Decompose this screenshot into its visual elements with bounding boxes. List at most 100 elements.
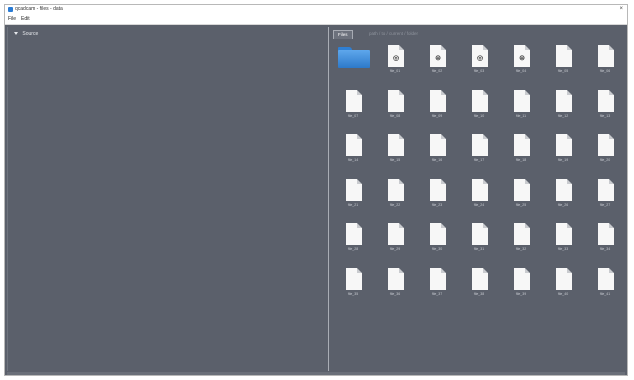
file-item[interactable]: file_34 [585, 221, 625, 261]
file-icon [514, 223, 530, 245]
file-icon [514, 178, 530, 201]
file-item[interactable]: file_27 [585, 177, 625, 217]
file-label: file_06 [599, 69, 611, 73]
file-item[interactable]: file_17 [459, 132, 499, 172]
folder-item[interactable] [333, 43, 373, 83]
file-icon [514, 267, 530, 290]
file-label: file_37 [431, 291, 443, 296]
tree-root-item[interactable]: Source [14, 31, 38, 38]
file-label: file_38 [473, 291, 485, 296]
file-icon [346, 134, 362, 156]
file-icon [430, 89, 446, 112]
file-item[interactable]: file_37 [417, 266, 457, 306]
file-item[interactable]: file_07 [333, 88, 373, 128]
folder-tree-pane[interactable]: Source [7, 27, 329, 371]
file-label: file_41 [599, 291, 611, 296]
file-icon [472, 223, 488, 245]
expand-arrow-icon[interactable] [14, 32, 18, 36]
file-icon [346, 89, 362, 112]
file-icon [472, 178, 488, 201]
file-item[interactable]: file_18 [501, 132, 541, 172]
file-label: file_26 [557, 202, 569, 207]
file-item[interactable]: file_33 [543, 221, 583, 261]
file-icon [388, 89, 404, 112]
main-content: Source Files path / to / current / folde… [5, 25, 627, 375]
file-label: file_28 [347, 247, 359, 251]
file-item[interactable]: file_41 [585, 266, 625, 306]
file-label: file_31 [473, 247, 485, 251]
file-icon [556, 89, 572, 112]
file-item[interactable]: file_36 [375, 266, 415, 306]
file-icon [472, 89, 488, 112]
file-icon [514, 89, 530, 112]
file-item[interactable]: file_40 [543, 266, 583, 306]
file-item[interactable]: file_28 [333, 221, 373, 261]
file-icon [556, 223, 572, 245]
file-item[interactable]: file_24 [459, 177, 499, 217]
file-item[interactable]: file_31 [459, 221, 499, 261]
file-item[interactable]: file_11 [501, 88, 541, 128]
file-item[interactable]: file_05 [543, 43, 583, 83]
file-icon [346, 223, 362, 245]
file-label: file_25 [515, 202, 527, 207]
file-label: file_09 [431, 113, 443, 118]
file-item[interactable]: file_25 [501, 177, 541, 217]
file-item[interactable]: file_19 [543, 132, 583, 172]
file-item[interactable]: file_26 [543, 177, 583, 217]
file-item[interactable]: ⊜ file_02 [417, 43, 457, 83]
tab-files[interactable]: Files [333, 30, 353, 39]
file-item[interactable]: file_21 [333, 177, 373, 217]
title-bar: qcadcam - files - data × [5, 5, 627, 15]
app-window: qcadcam - files - data × File Edit Sourc… [4, 4, 628, 376]
file-icon [556, 45, 572, 67]
file-icon [598, 45, 614, 67]
file-icon [346, 178, 362, 201]
file-label: file_40 [557, 291, 569, 296]
file-label: file_18 [515, 158, 527, 162]
file-item[interactable]: ◎ file_03 [459, 43, 499, 83]
file-label: file_14 [347, 158, 359, 162]
file-label: file_21 [347, 202, 359, 207]
file-icon [430, 267, 446, 290]
file-label: file_10 [473, 113, 485, 118]
file-item[interactable]: file_20 [585, 132, 625, 172]
file-item[interactable]: file_15 [375, 132, 415, 172]
file-item[interactable]: file_39 [501, 266, 541, 306]
file-icon [598, 134, 614, 156]
status-bar [7, 372, 625, 375]
file-item[interactable]: file_38 [459, 266, 499, 306]
file-item[interactable]: ◎ file_01 [375, 43, 415, 83]
file-item[interactable]: file_13 [585, 88, 625, 128]
file-item[interactable]: file_35 [333, 266, 373, 306]
file-item[interactable]: file_29 [375, 221, 415, 261]
file-icon [430, 134, 446, 156]
file-item[interactable]: file_09 [417, 88, 457, 128]
file-item[interactable]: file_22 [375, 177, 415, 217]
file-item[interactable]: file_10 [459, 88, 499, 128]
file-item[interactable]: file_32 [501, 221, 541, 261]
folder-icon [338, 47, 370, 68]
path-breadcrumb[interactable]: path / to / current / folder [365, 30, 422, 38]
file-label: file_19 [557, 158, 569, 162]
file-label: file_20 [599, 158, 611, 162]
file-icon: ⊜ [514, 45, 530, 67]
file-item[interactable]: file_23 [417, 177, 457, 217]
window-title: qcadcam - files - data [15, 6, 63, 12]
close-button[interactable]: × [619, 6, 623, 13]
file-item[interactable]: file_14 [333, 132, 373, 172]
file-label: file_27 [599, 202, 611, 207]
file-label: file_32 [515, 247, 527, 251]
file-icon [388, 178, 404, 201]
file-item[interactable]: ⊜ file_04 [501, 43, 541, 83]
menu-file[interactable]: File [8, 16, 16, 23]
file-item[interactable]: file_08 [375, 88, 415, 128]
file-item[interactable]: file_12 [543, 88, 583, 128]
file-icon [388, 223, 404, 245]
menu-edit[interactable]: Edit [21, 16, 30, 23]
file-icon [556, 178, 572, 201]
file-label: file_16 [431, 158, 443, 162]
file-item[interactable]: file_16 [417, 132, 457, 172]
file-item[interactable]: file_06 [585, 43, 625, 83]
file-item[interactable]: file_30 [417, 221, 457, 261]
file-label: file_05 [557, 69, 569, 73]
